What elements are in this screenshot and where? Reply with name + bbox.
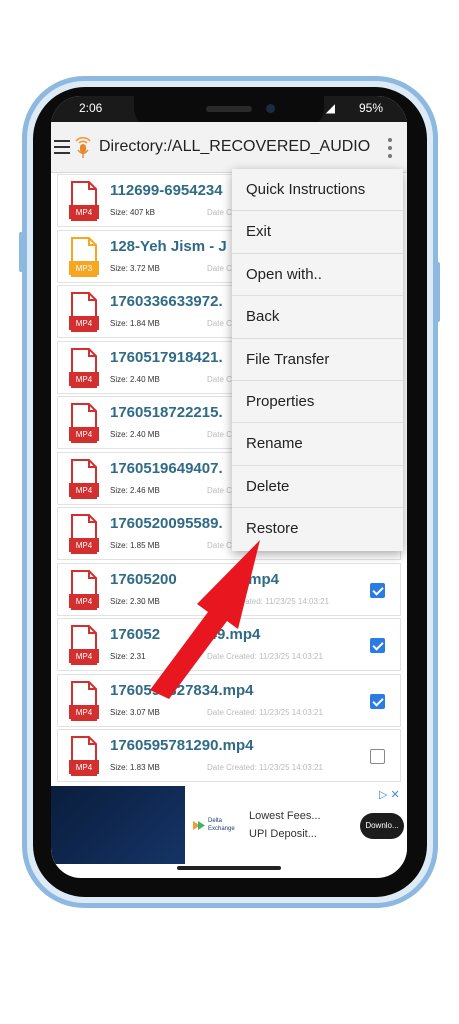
red-arrow xyxy=(150,540,260,699)
